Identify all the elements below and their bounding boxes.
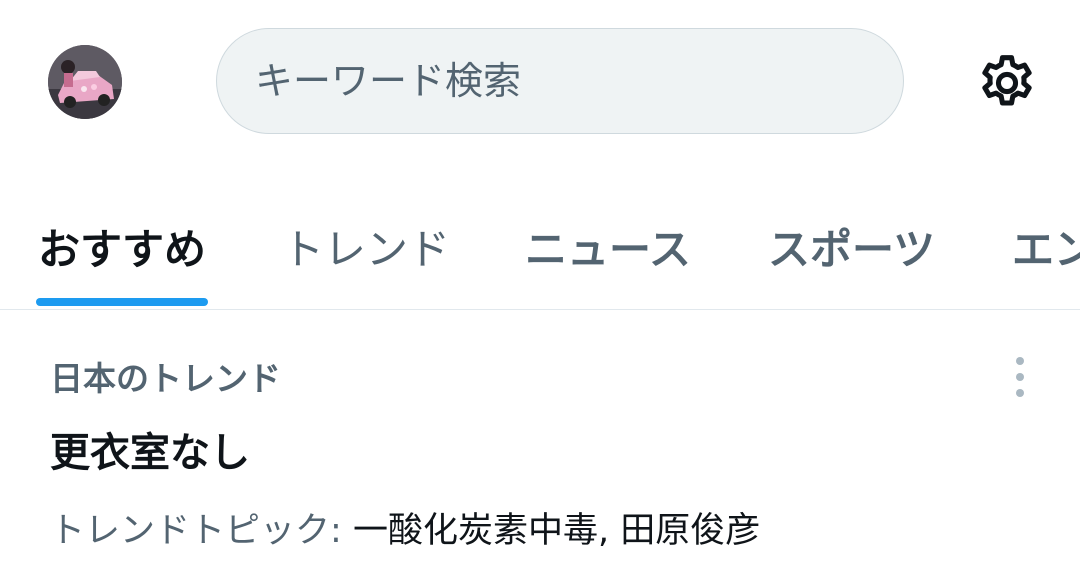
- trend-item[interactable]: 日本のトレンド 更衣室なし トレンドトピック: 一酸化炭素中毒, 田原俊彦: [0, 312, 1080, 581]
- tab-sports[interactable]: スポーツ: [768, 216, 935, 277]
- trend-category: 日本のトレンド: [50, 359, 281, 398]
- search-bar[interactable]: [216, 28, 904, 134]
- tab-entertainment[interactable]: エンタメ: [1012, 216, 1080, 277]
- active-tab-indicator: [36, 298, 208, 306]
- gear-icon[interactable]: [974, 50, 1040, 116]
- user-avatar-icon[interactable]: [48, 45, 122, 119]
- search-input[interactable]: [253, 58, 857, 104]
- top-header: [0, 0, 1080, 160]
- tab-news[interactable]: ニュース: [525, 216, 691, 277]
- tab-trends[interactable]: トレンド: [282, 216, 450, 277]
- trend-topics: トレンドトピック: 一酸化炭素中毒, 田原俊彦: [50, 502, 760, 553]
- trend-topics-values: 一酸化炭素中毒, 田原俊彦: [352, 511, 761, 551]
- more-vertical-icon[interactable]: [1000, 352, 1040, 402]
- trend-topics-label: トレンドトピック:: [50, 511, 342, 551]
- trend-title: 更衣室なし: [50, 430, 250, 476]
- tab-recommended[interactable]: おすすめ: [38, 216, 206, 277]
- explore-tabs: おすすめ トレンド ニュース スポーツ エンタメ: [0, 180, 1080, 310]
